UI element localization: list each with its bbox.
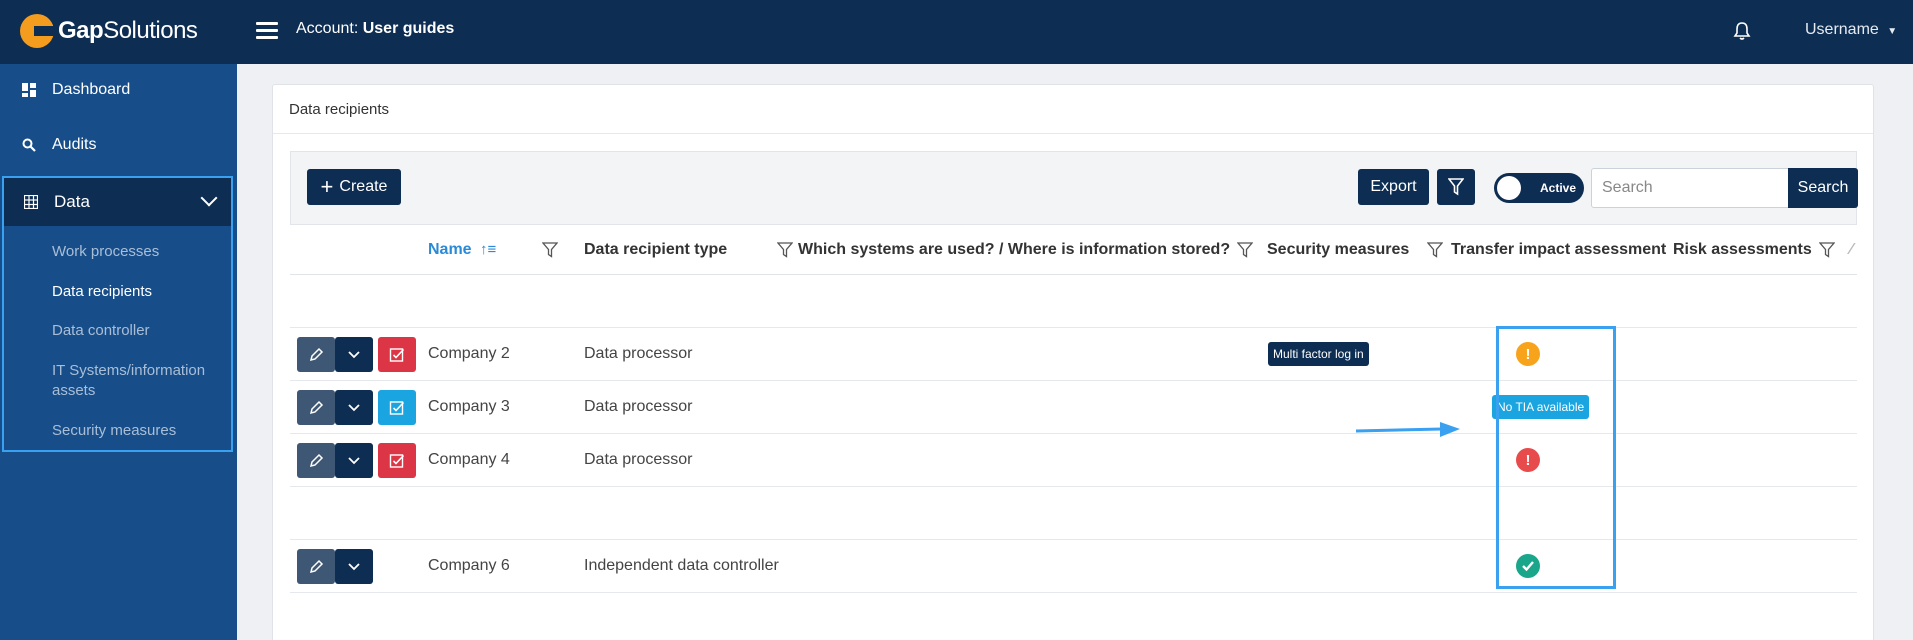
sort-ascending-icon: ↑≡ xyxy=(480,241,497,258)
chevron-down-icon xyxy=(348,456,360,464)
edit-button[interactable] xyxy=(297,390,335,425)
checkbox-icon xyxy=(389,400,405,415)
account-name: User guides xyxy=(362,20,455,37)
logo[interactable]: GapSolutions xyxy=(20,14,198,48)
hamburger-menu-icon[interactable] xyxy=(256,22,278,40)
checkbox-icon xyxy=(389,347,405,362)
logo-text-bold: Gap xyxy=(58,17,104,44)
name-cell[interactable]: Company 4 xyxy=(428,451,510,469)
tia-column-highlight xyxy=(1496,326,1616,589)
table-header: Name ↑≡ Data recipient type Which system… xyxy=(290,225,1857,275)
security-measure-badge: Multi factor log in xyxy=(1268,342,1369,366)
filter-icon[interactable] xyxy=(1819,242,1835,258)
arrow-annotation-icon xyxy=(1355,422,1460,437)
sidebar-item-label: Dashboard xyxy=(52,81,131,98)
chevron-down-icon xyxy=(348,350,360,358)
logo-text-light: Solutions xyxy=(103,17,198,44)
type-cell: Data processor xyxy=(584,345,693,362)
bell-icon[interactable] xyxy=(1733,21,1751,41)
account-prefix: Account: xyxy=(296,20,359,37)
create-label: Create xyxy=(339,178,388,195)
type-cell: Data processor xyxy=(584,451,693,468)
filter-icon[interactable] xyxy=(542,242,558,258)
account-label: Account: User guides xyxy=(296,20,454,38)
chevron-down-icon xyxy=(348,403,360,411)
sidebar-subitem-work-processes[interactable]: Work processes xyxy=(52,242,227,262)
column-header-name[interactable]: Name ↑≡ xyxy=(428,241,496,259)
username-label: Username xyxy=(1805,21,1879,38)
filter-icon[interactable] xyxy=(1427,242,1443,258)
column-header-security[interactable]: Security measures xyxy=(1267,241,1409,259)
toggle-knob xyxy=(1497,176,1521,200)
pencil-icon xyxy=(309,559,324,573)
table-row[interactable]: Company 4 Data processor ! xyxy=(290,434,1857,487)
create-button[interactable]: + Create xyxy=(307,169,401,205)
filter-button[interactable] xyxy=(1437,169,1475,205)
divider xyxy=(273,133,1873,134)
sidebar-item-data[interactable]: Data xyxy=(4,178,231,226)
edit-button[interactable] xyxy=(297,549,335,584)
row-menu-button[interactable] xyxy=(335,443,373,478)
assessment-status-button[interactable] xyxy=(378,443,416,478)
filter-icon[interactable] xyxy=(777,242,793,258)
sidebar: Dashboard Audits Data Work processes Dat… xyxy=(0,64,237,640)
name-cell[interactable]: Company 6 xyxy=(428,557,510,575)
sidebar-item-label: Data xyxy=(54,192,90,211)
main-panel: Data recipients + Create Export Active S… xyxy=(272,84,1874,640)
table-row-empty xyxy=(290,487,1857,540)
assessment-status-button[interactable] xyxy=(378,390,416,425)
filter-icon[interactable] xyxy=(1237,242,1253,258)
sidebar-subitem-data-recipients[interactable]: Data recipients xyxy=(52,282,227,302)
filter-icon xyxy=(1448,178,1464,196)
name-cell[interactable]: Company 3 xyxy=(428,398,510,416)
sidebar-subitem-it-systems[interactable]: IT Systems/information assets xyxy=(52,361,227,401)
toggle-label: Active xyxy=(1540,181,1577,195)
top-bar: GapSolutions Account: User guides Userna… xyxy=(0,0,1913,64)
chevron-down-icon xyxy=(348,562,360,570)
table-row[interactable]: Company 6 Independent data controller xyxy=(290,540,1857,593)
table-toolbar: + Create Export Active Search xyxy=(290,151,1858,225)
sidebar-item-dashboard[interactable]: Dashboard xyxy=(0,64,237,116)
row-menu-button[interactable] xyxy=(335,337,373,372)
sidebar-subitem-security-measures[interactable]: Security measures xyxy=(52,421,227,441)
edit-button[interactable] xyxy=(297,337,335,372)
pencil-icon xyxy=(309,400,324,414)
edit-button[interactable] xyxy=(297,443,335,478)
row-menu-button[interactable] xyxy=(335,549,373,584)
data-section: Data Work processes Data recipients Data… xyxy=(2,176,233,452)
search-icon xyxy=(22,138,36,152)
pencil-icon xyxy=(309,347,324,361)
row-menu-button[interactable] xyxy=(335,390,373,425)
sidebar-item-label: Audits xyxy=(52,136,97,153)
active-toggle[interactable]: Active xyxy=(1494,173,1584,203)
page-title: Data recipients xyxy=(289,101,390,118)
plus-icon: + xyxy=(320,174,334,199)
column-header-risk[interactable]: Risk assessments xyxy=(1673,241,1812,259)
pencil-icon xyxy=(309,453,324,467)
assessment-status-button[interactable] xyxy=(378,337,416,372)
column-header-tia[interactable]: Transfer impact assessment xyxy=(1451,241,1666,259)
caret-down-icon: ▼ xyxy=(1887,26,1898,37)
more-columns-indicator: ⁄ xyxy=(1850,241,1853,258)
column-header-type[interactable]: Data recipient type xyxy=(584,241,727,259)
dashboard-icon xyxy=(22,83,36,97)
type-cell: Independent data controller xyxy=(584,557,779,574)
checkbox-icon xyxy=(389,453,405,468)
logo-icon xyxy=(20,14,56,48)
table-row-empty xyxy=(290,275,1857,328)
sidebar-subitem-data-controller[interactable]: Data controller xyxy=(52,321,227,341)
table-row[interactable]: Company 3 Data processor No TIA availabl… xyxy=(290,381,1857,434)
user-menu[interactable]: Username ▼ xyxy=(1805,21,1897,39)
sidebar-item-audits[interactable]: Audits xyxy=(0,119,237,171)
search-button[interactable]: Search xyxy=(1788,168,1858,208)
export-button[interactable]: Export xyxy=(1358,169,1429,205)
column-header-systems[interactable]: Which systems are used? / Where is infor… xyxy=(798,241,1230,259)
type-cell: Data processor xyxy=(584,398,693,415)
chevron-down-icon[interactable] xyxy=(200,189,218,207)
table-row[interactable]: Company 2 Data processor Multi factor lo… xyxy=(290,328,1857,381)
search-input[interactable] xyxy=(1591,168,1789,208)
name-cell[interactable]: Company 2 xyxy=(428,345,510,363)
table-icon xyxy=(24,195,38,209)
